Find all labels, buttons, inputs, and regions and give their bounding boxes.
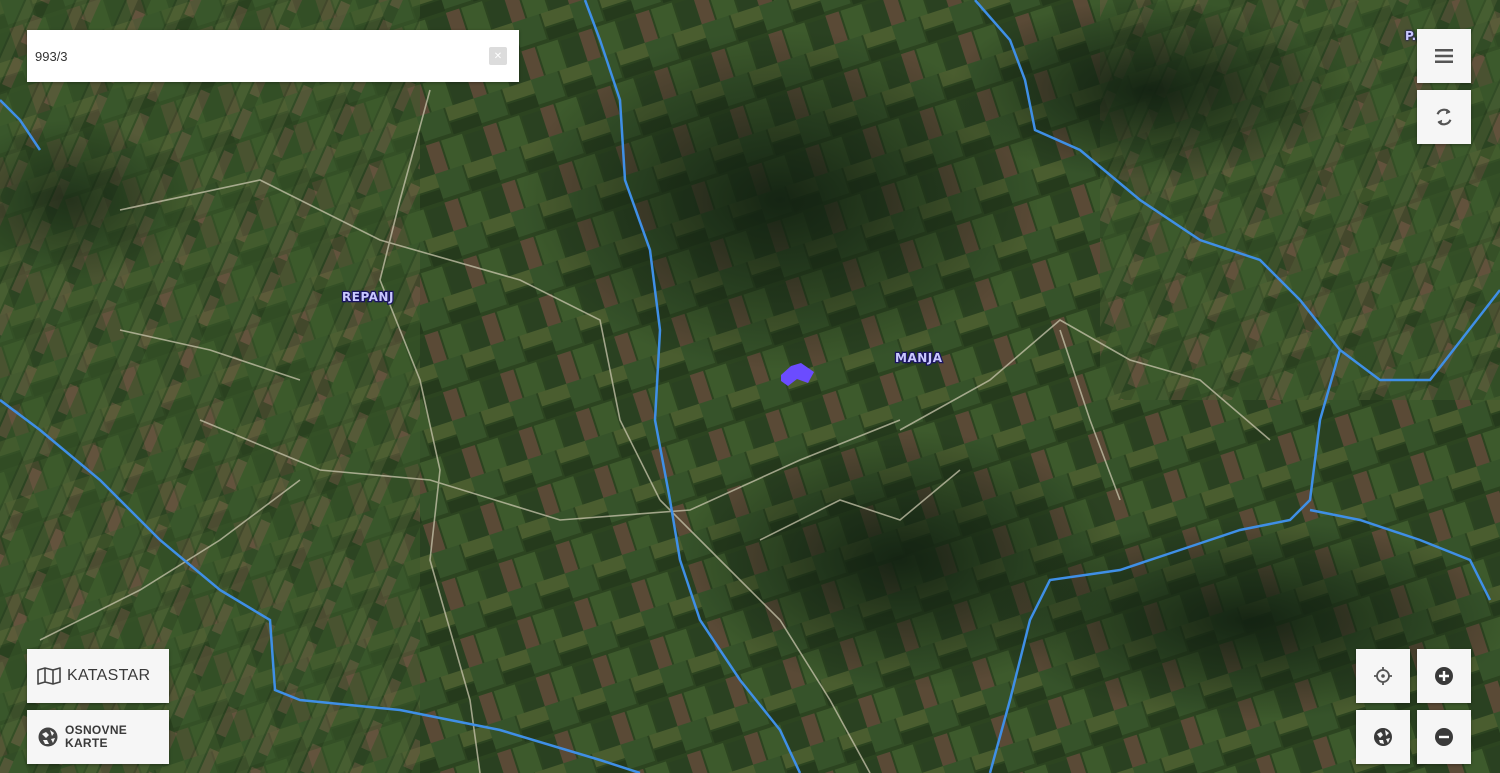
crosshair-icon [1374, 667, 1392, 685]
zoom-out-button[interactable] [1417, 710, 1471, 764]
basemap-icon [38, 727, 58, 747]
osnovne-karte-button[interactable]: OSNOVNE KARTE [27, 710, 169, 764]
satellite-map[interactable]: REPANJ MANJA [0, 0, 1500, 773]
menu-icon [1435, 49, 1453, 63]
osnovne-label-line2: KARTE [65, 736, 108, 750]
place-label-rapanja: REPANJ [342, 290, 394, 304]
globe-icon [1374, 728, 1392, 746]
globe-button[interactable] [1356, 710, 1410, 764]
osnovne-karte-label: OSNOVNE KARTE [65, 724, 145, 750]
zoom-in-button[interactable] [1417, 649, 1471, 703]
menu-button[interactable] [1417, 29, 1471, 83]
close-icon[interactable]: ✕ [489, 47, 507, 65]
refresh-icon [1436, 108, 1452, 126]
search-input[interactable]: 993/3 [35, 49, 489, 64]
locate-button[interactable] [1356, 649, 1410, 703]
minus-icon [1435, 728, 1453, 746]
refresh-button[interactable] [1417, 90, 1471, 144]
map-icon [37, 667, 61, 685]
katastar-label: KATASTAR [67, 667, 151, 684]
search-bar[interactable]: 993/3 ✕ [27, 30, 519, 82]
katastar-layer-button[interactable]: KATASTAR [27, 649, 169, 703]
place-label-manja: MANJA [895, 351, 943, 365]
plus-icon [1435, 667, 1453, 685]
